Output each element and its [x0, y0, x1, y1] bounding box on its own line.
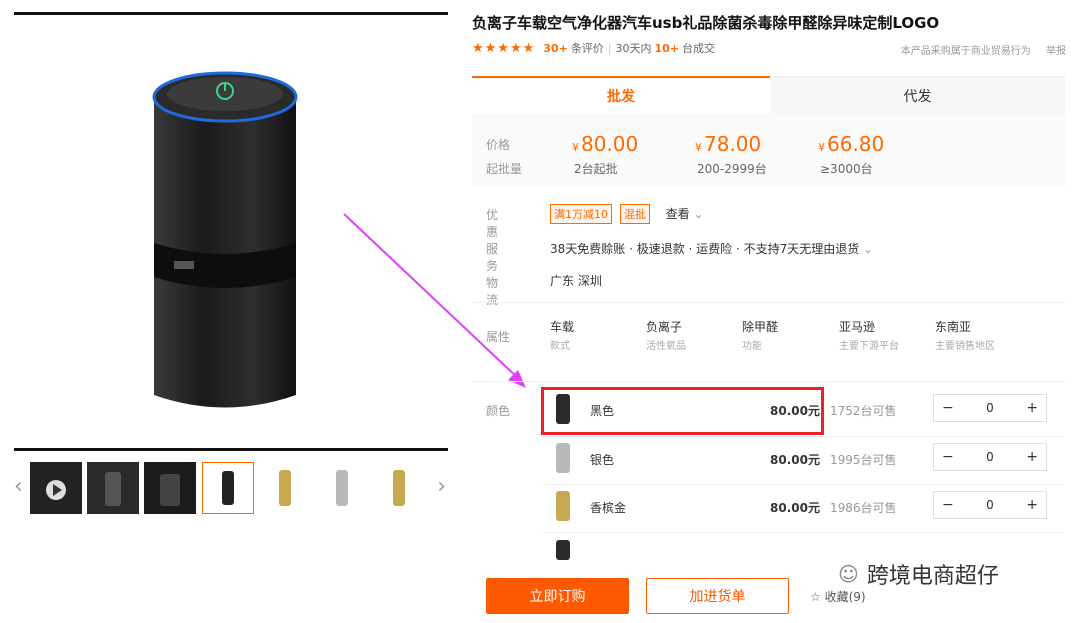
sku-price: 80.00元 [770, 501, 820, 515]
divider [542, 532, 1064, 533]
attribute-item: 车载 款式 [550, 318, 574, 352]
attribute-item: 东南亚 主要销售地区 [935, 318, 995, 352]
trade-note-text: 本产品采购属于商业贸易行为 [900, 46, 1031, 57]
price-table: 价格 起批量 ¥80.00 2台起批 ¥78.00 200-2999台 ¥66.… [472, 114, 1065, 186]
watermark-text: 跨境电商超仔 [866, 564, 999, 589]
order-now-button[interactable]: 立即订购 [486, 578, 629, 614]
divider [472, 302, 1065, 303]
sku-stock: 1752台可售 [830, 404, 897, 418]
logistics-text: 广东 深圳 [550, 274, 602, 288]
sku-thumbnail-partial [556, 540, 570, 560]
chevron-right-icon[interactable]: › [437, 474, 446, 499]
quantity-stepper[interactable]: − 0 + [933, 394, 1047, 422]
service-label: 服务 [486, 242, 499, 273]
tab-dropship[interactable]: 代发 [770, 76, 1065, 114]
moq-label: 起批量 [486, 162, 523, 176]
thumbnail-3[interactable] [144, 462, 196, 514]
thumbnail-strip: ‹ › [14, 458, 448, 520]
star-outline-icon: ☆ [810, 590, 821, 604]
rating-row: ★★★★★ 30+ 条评价 | 30天内 10+ 台成交 [472, 40, 716, 56]
product-detail-panel: 负离子车载空气净化器汽车usb礼品除菌杀毒除甲醛除异味定制LOGO ★★★★★ … [472, 0, 1072, 623]
report-link[interactable]: 举报 [1046, 46, 1066, 57]
attribute-key: 款式 [550, 341, 570, 352]
chevron-down-icon[interactable]: ⌄ [694, 207, 704, 221]
sku-price: 80.00元 [770, 453, 820, 467]
attribute-value: 除甲醛 [742, 320, 779, 334]
thumbnail-6[interactable] [316, 462, 368, 514]
minus-icon[interactable]: − [942, 497, 954, 513]
price-tier-2: ¥78.00 [695, 132, 762, 156]
thumbnail-7[interactable] [373, 462, 425, 514]
attributes-label: 属性 [486, 330, 511, 344]
sku-name: 香槟金 [590, 501, 627, 515]
trade-note: 本产品采购属于商业贸易行为 举报 [901, 42, 1066, 57]
chevron-down-icon: ⌄ [863, 242, 874, 256]
favorite-label: 收藏(9) [824, 590, 866, 604]
attribute-key: 活性氧品 [646, 341, 686, 352]
promo-label: 优惠 [486, 208, 499, 239]
tab-wholesale[interactable]: 批发 [472, 76, 770, 114]
sold-suffix: 台成交 [682, 42, 716, 55]
attribute-item: 负离子 活性氧品 [646, 318, 686, 352]
price-label: 价格 [486, 138, 511, 152]
price-tier-1: ¥80.00 [572, 132, 639, 156]
sold-prefix: 30天内 [615, 42, 652, 55]
quantity-value[interactable]: 0 [986, 450, 994, 464]
quantity-stepper[interactable]: − 0 + [933, 491, 1047, 519]
sku-thumbnail [556, 491, 570, 521]
attribute-key: 功能 [742, 341, 762, 352]
sku-stock: 1995台可售 [830, 453, 897, 467]
sku-stock: 1986台可售 [830, 501, 897, 515]
thumbnail-1[interactable] [30, 462, 82, 514]
sold-count: 10+ [654, 41, 680, 55]
favorite-button[interactable]: ☆ 收藏(9) [810, 588, 866, 605]
qty-tier-1: 2台起批 [574, 162, 618, 176]
product-title: 负离子车载空气净化器汽车usb礼品除菌杀毒除甲醛除异味定制LOGO [472, 14, 940, 32]
purchase-tabs: 批发 代发 [472, 76, 1065, 114]
attribute-value: 亚马逊 [839, 320, 876, 334]
minus-icon[interactable]: − [942, 400, 954, 416]
color-label: 颜色 [486, 404, 511, 418]
thumbnail-2[interactable] [87, 462, 139, 514]
attribute-value: 车载 [550, 320, 575, 334]
attribute-value: 负离子 [646, 320, 683, 334]
add-to-cart-button[interactable]: 加进货单 [646, 578, 789, 614]
plus-icon[interactable]: + [1026, 497, 1038, 513]
star-rating-icon: ★★★★★ [472, 40, 536, 56]
highlight-box [541, 387, 824, 435]
attribute-item: 亚马逊 主要下游平台 [839, 318, 899, 352]
divider [472, 381, 1065, 382]
sku-row-silver[interactable]: 银色 80.00元 1995台可售 − 0 + [542, 437, 1064, 481]
wechat-icon: ☺ [838, 562, 859, 586]
plus-icon[interactable]: + [1026, 400, 1038, 416]
attribute-key: 主要下游平台 [839, 341, 899, 352]
sku-row-champagne[interactable]: 香槟金 80.00元 1986台可售 − 0 + [542, 485, 1064, 529]
attribute-key: 主要销售地区 [935, 341, 995, 352]
watermark: ☺ 跨境电商超仔 [838, 558, 999, 590]
price-tier-3: ¥66.80 [818, 132, 885, 156]
service-text[interactable]: 38天免费赊账 · 极速退款 · 运费险 · 不支持7天无理由退货 ⌄ [550, 240, 873, 257]
gallery-bottom-rule [14, 448, 448, 451]
reviews-count[interactable]: 30+ [543, 42, 568, 55]
sku-thumbnail [556, 443, 570, 473]
reviews-label[interactable]: 条评价 [571, 40, 604, 56]
quantity-value[interactable]: 0 [986, 498, 994, 512]
thumbnail-5[interactable] [259, 462, 311, 514]
promo-tag-discount[interactable]: 满1万减10 [550, 204, 612, 224]
qty-tier-3: ≥3000台 [820, 162, 873, 176]
sku-name: 银色 [590, 453, 615, 467]
thumbnail-4[interactable] [202, 462, 254, 514]
attribute-item: 除甲醛 功能 [742, 318, 778, 352]
promo-view-link[interactable]: 查看 [666, 207, 690, 221]
promo-tag-mixed[interactable]: 混批 [619, 204, 650, 224]
minus-icon[interactable]: − [942, 449, 954, 465]
quantity-stepper[interactable]: − 0 + [933, 443, 1047, 471]
quantity-value[interactable]: 0 [986, 401, 994, 415]
plus-icon[interactable]: + [1026, 449, 1038, 465]
chevron-left-icon[interactable]: ‹ [14, 474, 23, 499]
qty-tier-2: 200-2999台 [697, 162, 767, 176]
attribute-value: 东南亚 [935, 320, 972, 334]
